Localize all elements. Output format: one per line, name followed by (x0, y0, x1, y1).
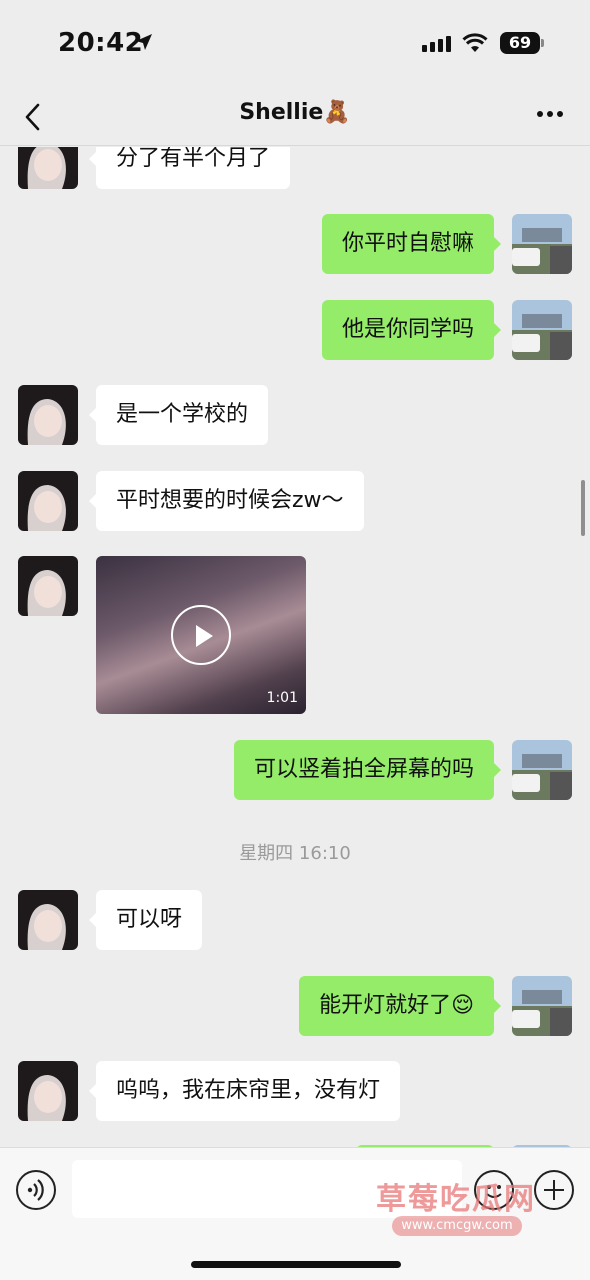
video-message[interactable]: 1:01 (96, 556, 306, 714)
contact-avatar[interactable] (18, 556, 78, 616)
message-bubble-sent[interactable]: 你平时自慰嘛 (321, 214, 502, 274)
self-avatar[interactable] (512, 300, 572, 360)
chat-title: Shellie🧸 (239, 100, 351, 125)
cellular-signal-icon (422, 36, 451, 52)
home-indicator[interactable] (191, 1261, 401, 1268)
nav-bar: Shellie🧸 (0, 88, 590, 146)
message-row: 可以竖着拍全屏幕的吗 (0, 740, 590, 800)
message-row: 呜呜，我在床帘里，没有灯 (0, 1061, 590, 1121)
plus-icon[interactable] (534, 1170, 574, 1210)
self-avatar[interactable] (512, 740, 572, 800)
message-timestamp: 星期四 16:10 (239, 843, 351, 864)
status-time: 20:42 (58, 28, 144, 58)
video-duration: 1:01 (266, 690, 298, 706)
message-bubble-sent[interactable]: 他是你同学吗 (321, 300, 502, 360)
message-row: 他是你同学吗 (0, 300, 590, 360)
contact-avatar[interactable] (18, 471, 78, 531)
self-avatar[interactable] (512, 976, 572, 1036)
message-row: 平时想要的时候会zw～ (0, 471, 590, 531)
message-row: 是一个学校的 (0, 385, 590, 445)
scroll-indicator[interactable] (581, 480, 585, 536)
message-bubble-sent[interactable]: 能开灯就好了😌 (299, 976, 501, 1036)
location-arrow-icon (136, 34, 152, 50)
message-bubble-sent[interactable]: 可以竖着拍全屏幕的吗 (233, 740, 502, 800)
play-icon[interactable] (171, 605, 231, 665)
contact-avatar[interactable] (18, 1061, 78, 1121)
message-bubble-received[interactable]: 呜呜，我在床帘里，没有灯 (88, 1061, 401, 1121)
contact-avatar[interactable] (18, 385, 78, 445)
battery-icon: 69 (500, 32, 540, 54)
status-bar: 20:42 69 (0, 0, 590, 88)
message-bubble-received[interactable]: 分了有半个月了 (88, 147, 291, 189)
message-row: 能开灯就好了😌 (0, 976, 590, 1036)
watermark-title: 草莓吃瓜网 (376, 1182, 536, 1217)
contact-avatar[interactable] (18, 890, 78, 950)
message-bubble-received[interactable]: 是一个学校的 (88, 385, 269, 445)
voice-icon[interactable] (16, 1170, 56, 1210)
message-list[interactable]: 分了有半个月了 你平时自慰嘛 他是你同学吗 是一个学校的 平时想要的时候会zw～ (0, 147, 590, 1147)
message-row: 分了有半个月了 (0, 147, 590, 189)
more-options-icon[interactable] (536, 110, 564, 118)
battery-tip (541, 39, 544, 47)
message-row: 1:01 (0, 556, 590, 714)
self-avatar[interactable] (512, 214, 572, 274)
watermark-url: www.cmcgw.com (392, 1216, 522, 1236)
message-bubble-received[interactable]: 可以呀 (88, 890, 203, 950)
contact-avatar[interactable] (18, 147, 78, 189)
wifi-icon (462, 33, 488, 52)
message-row: 你平时自慰嘛 (0, 214, 590, 274)
message-row: 可以呀 (0, 890, 590, 950)
message-bubble-received[interactable]: 平时想要的时候会zw～ (89, 471, 364, 531)
